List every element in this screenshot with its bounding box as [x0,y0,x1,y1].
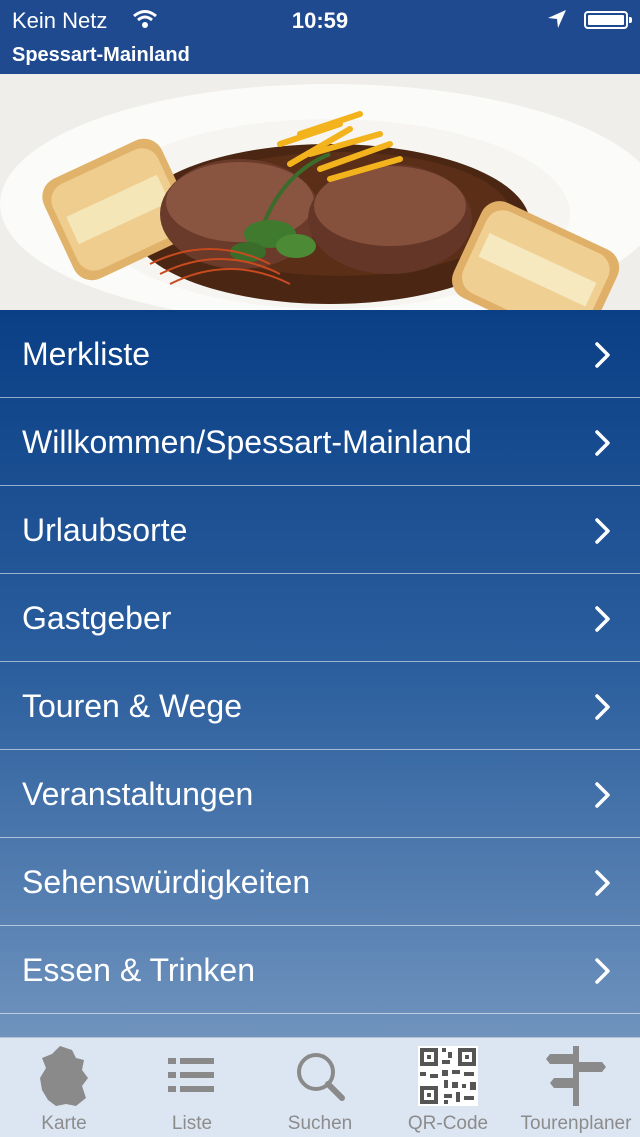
tab-label: Karte [41,1113,87,1134]
menu-item-label: Merkliste [22,336,151,372]
menu-item-label: Urlaubsorte [22,512,188,548]
list-icon [160,1044,224,1108]
menu-item-merkliste[interactable]: Merkliste [0,310,640,398]
menu-item-willkommen[interactable]: Willkommen/Spessart-Mainland [0,398,640,486]
menu-item-urlaubsorte[interactable]: Urlaubsorte [0,486,640,574]
menu-item-gastgeber[interactable]: Gastgeber [0,574,640,662]
menu-item-veranstaltungen[interactable]: Veranstaltungen [0,750,640,838]
status-bar: Kein Netz 10:59 [0,0,640,40]
qr-code-icon [416,1044,480,1108]
main-menu: Merkliste Willkommen/Spessart-Mainland U… [0,310,640,1037]
menu-item-label: Veranstaltungen [22,776,254,812]
chevron-right-icon [594,340,612,377]
menu-item-label: Essen & Trinken [22,952,255,988]
chevron-right-icon [594,516,612,553]
tab-label: QR-Code [407,1113,489,1134]
menu-item-label: Willkommen/Spessart-Mainland [22,424,472,460]
tab-qr-code[interactable]: QR-Code [384,1038,512,1137]
tab-label: Suchen [287,1113,353,1134]
chevron-right-icon [594,604,612,641]
chevron-right-icon [594,868,612,905]
menu-item-label: Gastgeber [22,600,172,636]
chevron-right-icon [594,780,612,817]
germany-map-icon [32,1044,96,1108]
chevron-right-icon [594,956,612,993]
location-arrow-icon [546,8,568,36]
hero-image [0,74,640,310]
menu-item-sehenswuerdigkeiten[interactable]: Sehenswürdigkeiten [0,838,640,926]
battery-icon [584,11,632,29]
tab-liste[interactable]: Liste [128,1038,256,1137]
page-title: Spessart-Mainland [12,44,190,66]
chevron-right-icon [594,428,612,465]
tab-label: Liste [171,1113,213,1134]
tab-tourenplaner[interactable]: Tourenplaner [512,1038,640,1137]
signpost-icon [544,1044,608,1108]
status-time: 10:59 [291,8,349,33]
app-header: Spessart-Mainland [0,40,640,74]
menu-item-label: Sehenswürdigkeiten [22,864,311,900]
search-icon [288,1044,352,1108]
menu-item-touren-wege[interactable]: Touren & Wege [0,662,640,750]
tab-suchen[interactable]: Suchen [256,1038,384,1137]
tab-karte[interactable]: Karte [0,1038,128,1137]
menu-item-label: Touren & Wege [22,688,242,724]
tab-label: Tourenplaner [520,1113,632,1134]
menu-item-essen-trinken[interactable]: Essen & Trinken [0,926,640,1014]
tab-bar: Karte Liste Suchen QR-Code Tourenplaner [0,1037,640,1137]
chevron-right-icon [594,692,612,729]
